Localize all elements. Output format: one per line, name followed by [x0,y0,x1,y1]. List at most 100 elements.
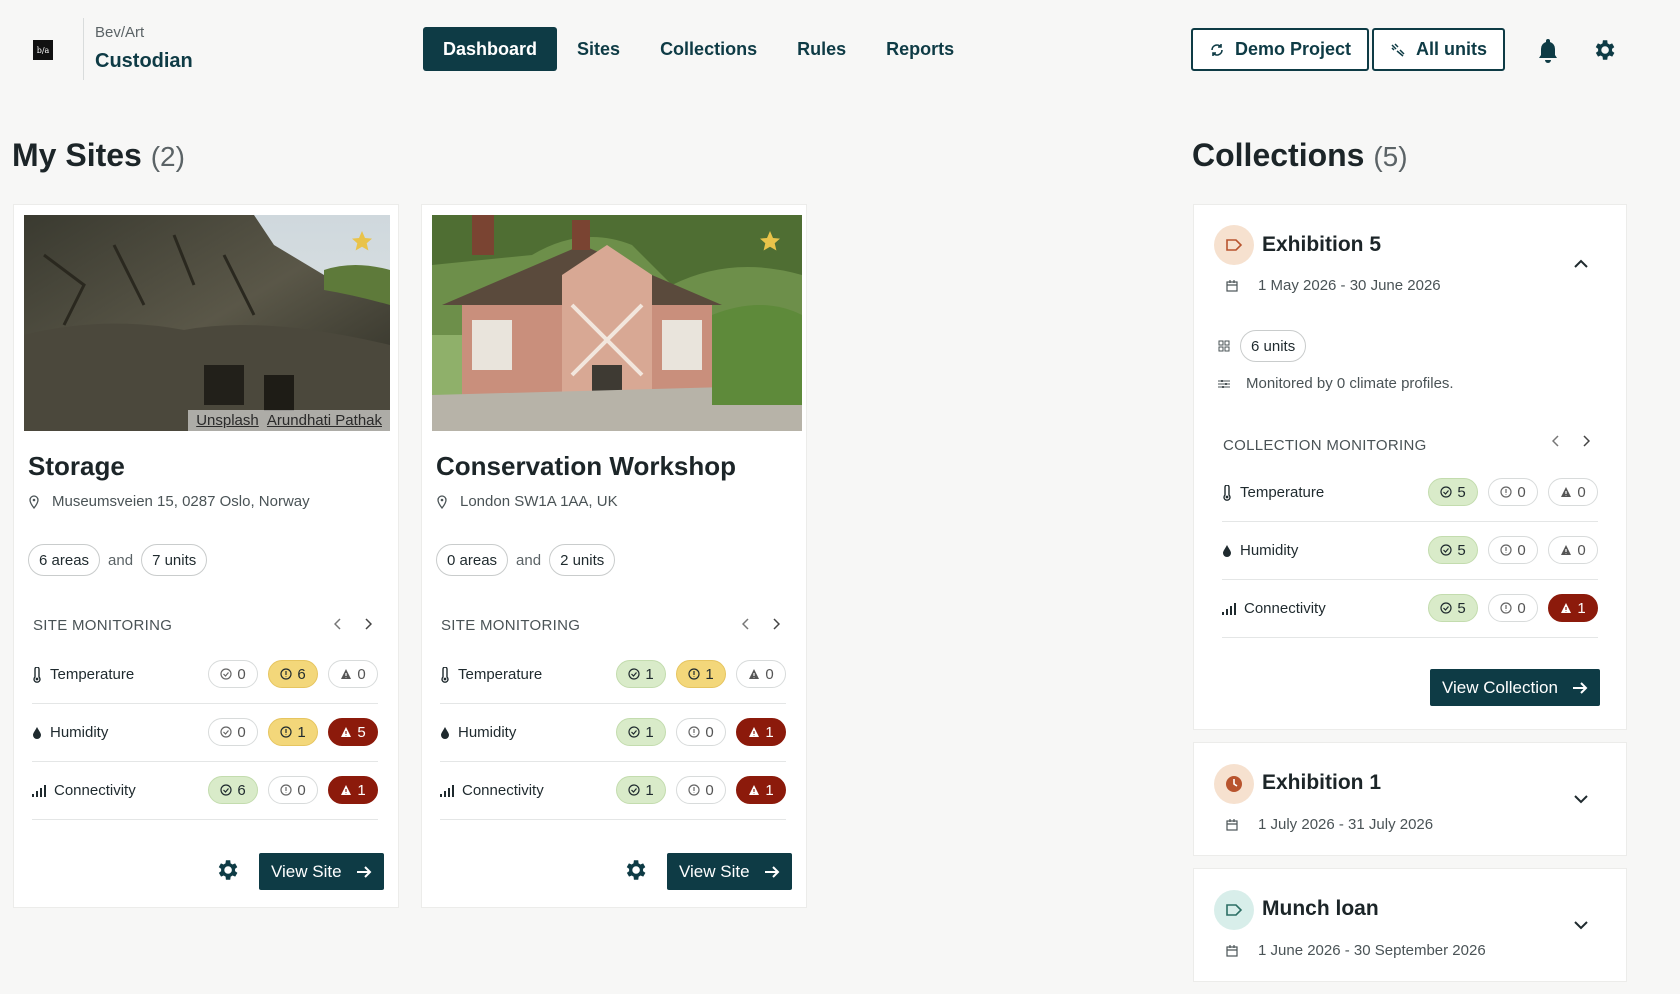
credit-source-link[interactable]: Unsplash [196,412,259,429]
location-pin-icon [29,494,39,509]
warning-count-badge[interactable]: 0 [1488,536,1538,564]
areas-pill[interactable]: 0 areas [436,544,509,576]
alert-count-badge[interactable]: 1 [736,776,786,804]
check-circle-icon [1440,486,1452,498]
areas-pill[interactable]: 6 areas [28,544,101,576]
units-pill[interactable]: 6 units [1240,330,1307,362]
monitoring-row-humidity[interactable]: Humidity 0 1 5 [32,704,378,762]
arrow-right-icon [356,865,371,878]
credit-author-link[interactable]: Arundhati Pathak [267,412,382,429]
chevron-up-icon[interactable] [1572,255,1590,273]
settings-gear-icon[interactable] [1590,36,1618,64]
ok-count-badge[interactable]: 1 [616,776,666,804]
location-pin-icon [437,494,447,509]
nav-reports[interactable]: Reports [866,27,974,71]
site-name: Conservation Workshop [436,451,737,481]
ok-count: 1 [645,781,654,799]
alert-count-badge[interactable]: 0 [1548,478,1598,506]
site-settings-gear-icon[interactable] [622,857,650,885]
monitoring-row-humidity[interactable]: Humidity 1 0 1 [440,704,786,762]
warning-count-badge[interactable]: 0 [676,776,726,804]
ok-count-badge[interactable]: 5 [1428,594,1478,622]
warning-count-badge[interactable]: 0 [1488,594,1538,622]
metric-label: Humidity [32,724,108,741]
units-filter-button[interactable]: All units [1372,28,1505,71]
view-site-button[interactable]: View Site [259,853,384,890]
warning-count-badge[interactable]: 0 [268,776,318,804]
alert-count-badge[interactable]: 1 [328,776,378,804]
alert-count-badge[interactable]: 0 [736,660,786,688]
climate-profiles-info: Monitored by 0 climate profiles. [1218,375,1454,392]
warning-count-badge[interactable]: 0 [676,718,726,746]
collection-name[interactable]: Exhibition 5 [1262,233,1381,257]
collection-dates: 1 June 2026 - 30 September 2026 [1226,942,1486,959]
site-settings-gear-icon[interactable] [214,857,242,885]
units-pill[interactable]: 2 units [549,544,616,576]
view-collection-button[interactable]: View Collection [1430,669,1600,706]
monitoring-row-connectivity[interactable]: Connectivity 6 0 1 [32,762,378,820]
warning-count-badge[interactable]: 1 [268,718,318,746]
monitoring-row-connectivity[interactable]: Connectivity 1 0 1 [440,762,786,820]
status-badges: 5 0 0 [1428,536,1598,564]
ok-count-badge[interactable]: 1 [616,660,666,688]
view-collection-label: View Collection [1442,677,1558,697]
app-logo[interactable]: b/a [33,40,53,60]
site-photo[interactable]: Unsplash Arundhati Pathak [24,215,390,431]
warning-count-badge[interactable]: 0 [1488,478,1538,506]
sliders-icon [1218,379,1230,388]
site-photo[interactable] [432,215,802,431]
favorite-star-icon[interactable] [758,229,782,253]
chevron-right-icon[interactable] [770,617,782,631]
chevron-down-icon[interactable] [1572,916,1590,934]
ok-count-badge[interactable]: 5 [1428,478,1478,506]
metric-name: Connectivity [1244,600,1326,617]
nav-rules[interactable]: Rules [777,27,866,71]
my-sites-count: (2) [150,141,185,172]
chevron-left-icon[interactable] [332,617,344,631]
units-pill[interactable]: 7 units [141,544,208,576]
site-address-text: Museumsveien 15, 0287 Oslo, Norway [52,493,310,510]
metric-label: Temperature [1222,484,1324,501]
alert-count-badge[interactable]: 0 [1548,536,1598,564]
ok-count-badge[interactable]: 0 [208,718,258,746]
warning-count-badge[interactable]: 6 [268,660,318,688]
collection-name[interactable]: Munch loan [1262,897,1379,921]
monitoring-row-humidity[interactable]: Humidity 5 0 0 [1222,522,1598,580]
thermometer-icon [1223,484,1231,501]
site-address: London SW1A 1AA, UK [436,493,618,510]
chevron-right-icon[interactable] [362,617,374,631]
chevron-right-icon[interactable] [1580,434,1592,448]
nav-collections[interactable]: Collections [640,27,777,71]
chevron-left-icon[interactable] [1550,434,1562,448]
ok-count-badge[interactable]: 5 [1428,536,1478,564]
project-switch-button[interactable]: Demo Project [1191,28,1370,71]
ok-count-badge[interactable]: 6 [208,776,258,804]
monitoring-row-connectivity[interactable]: Connectivity 5 0 1 [1222,580,1598,638]
monitoring-row-temperature[interactable]: Temperature 5 0 0 [1222,464,1598,522]
collection-name[interactable]: Exhibition 1 [1262,771,1381,795]
alert-count-badge[interactable]: 1 [736,718,786,746]
ok-count-badge[interactable]: 0 [208,660,258,688]
calendar-icon [1226,944,1238,957]
ok-count-badge[interactable]: 1 [616,718,666,746]
warning-triangle-icon [749,785,760,795]
alert-count-badge[interactable]: 0 [328,660,378,688]
collection-card: Munch loan 1 June 2026 - 30 September 20… [1193,868,1627,982]
alert-count-badge[interactable]: 5 [328,718,378,746]
nav-sites[interactable]: Sites [557,27,640,71]
chevron-down-icon[interactable] [1572,790,1590,808]
view-site-button[interactable]: View Site [667,853,792,890]
monitoring-row-temperature[interactable]: Temperature 0 6 0 [32,646,378,704]
main-nav: Dashboard Sites Collections Rules Report… [423,27,974,71]
collections-title: Collections (5) [1192,137,1408,174]
monitoring-row-temperature[interactable]: Temperature 1 1 0 [440,646,786,704]
favorite-star-icon[interactable] [350,229,374,253]
notifications-bell-icon[interactable] [1534,36,1562,64]
alert-count: 0 [1577,541,1586,559]
chevron-left-icon[interactable] [740,617,752,631]
nav-dashboard[interactable]: Dashboard [423,27,558,71]
check-circle-icon [628,668,640,680]
site-address-text: London SW1A 1AA, UK [460,493,618,510]
alert-count-badge[interactable]: 1 [1548,594,1598,622]
warning-count-badge[interactable]: 1 [676,660,726,688]
